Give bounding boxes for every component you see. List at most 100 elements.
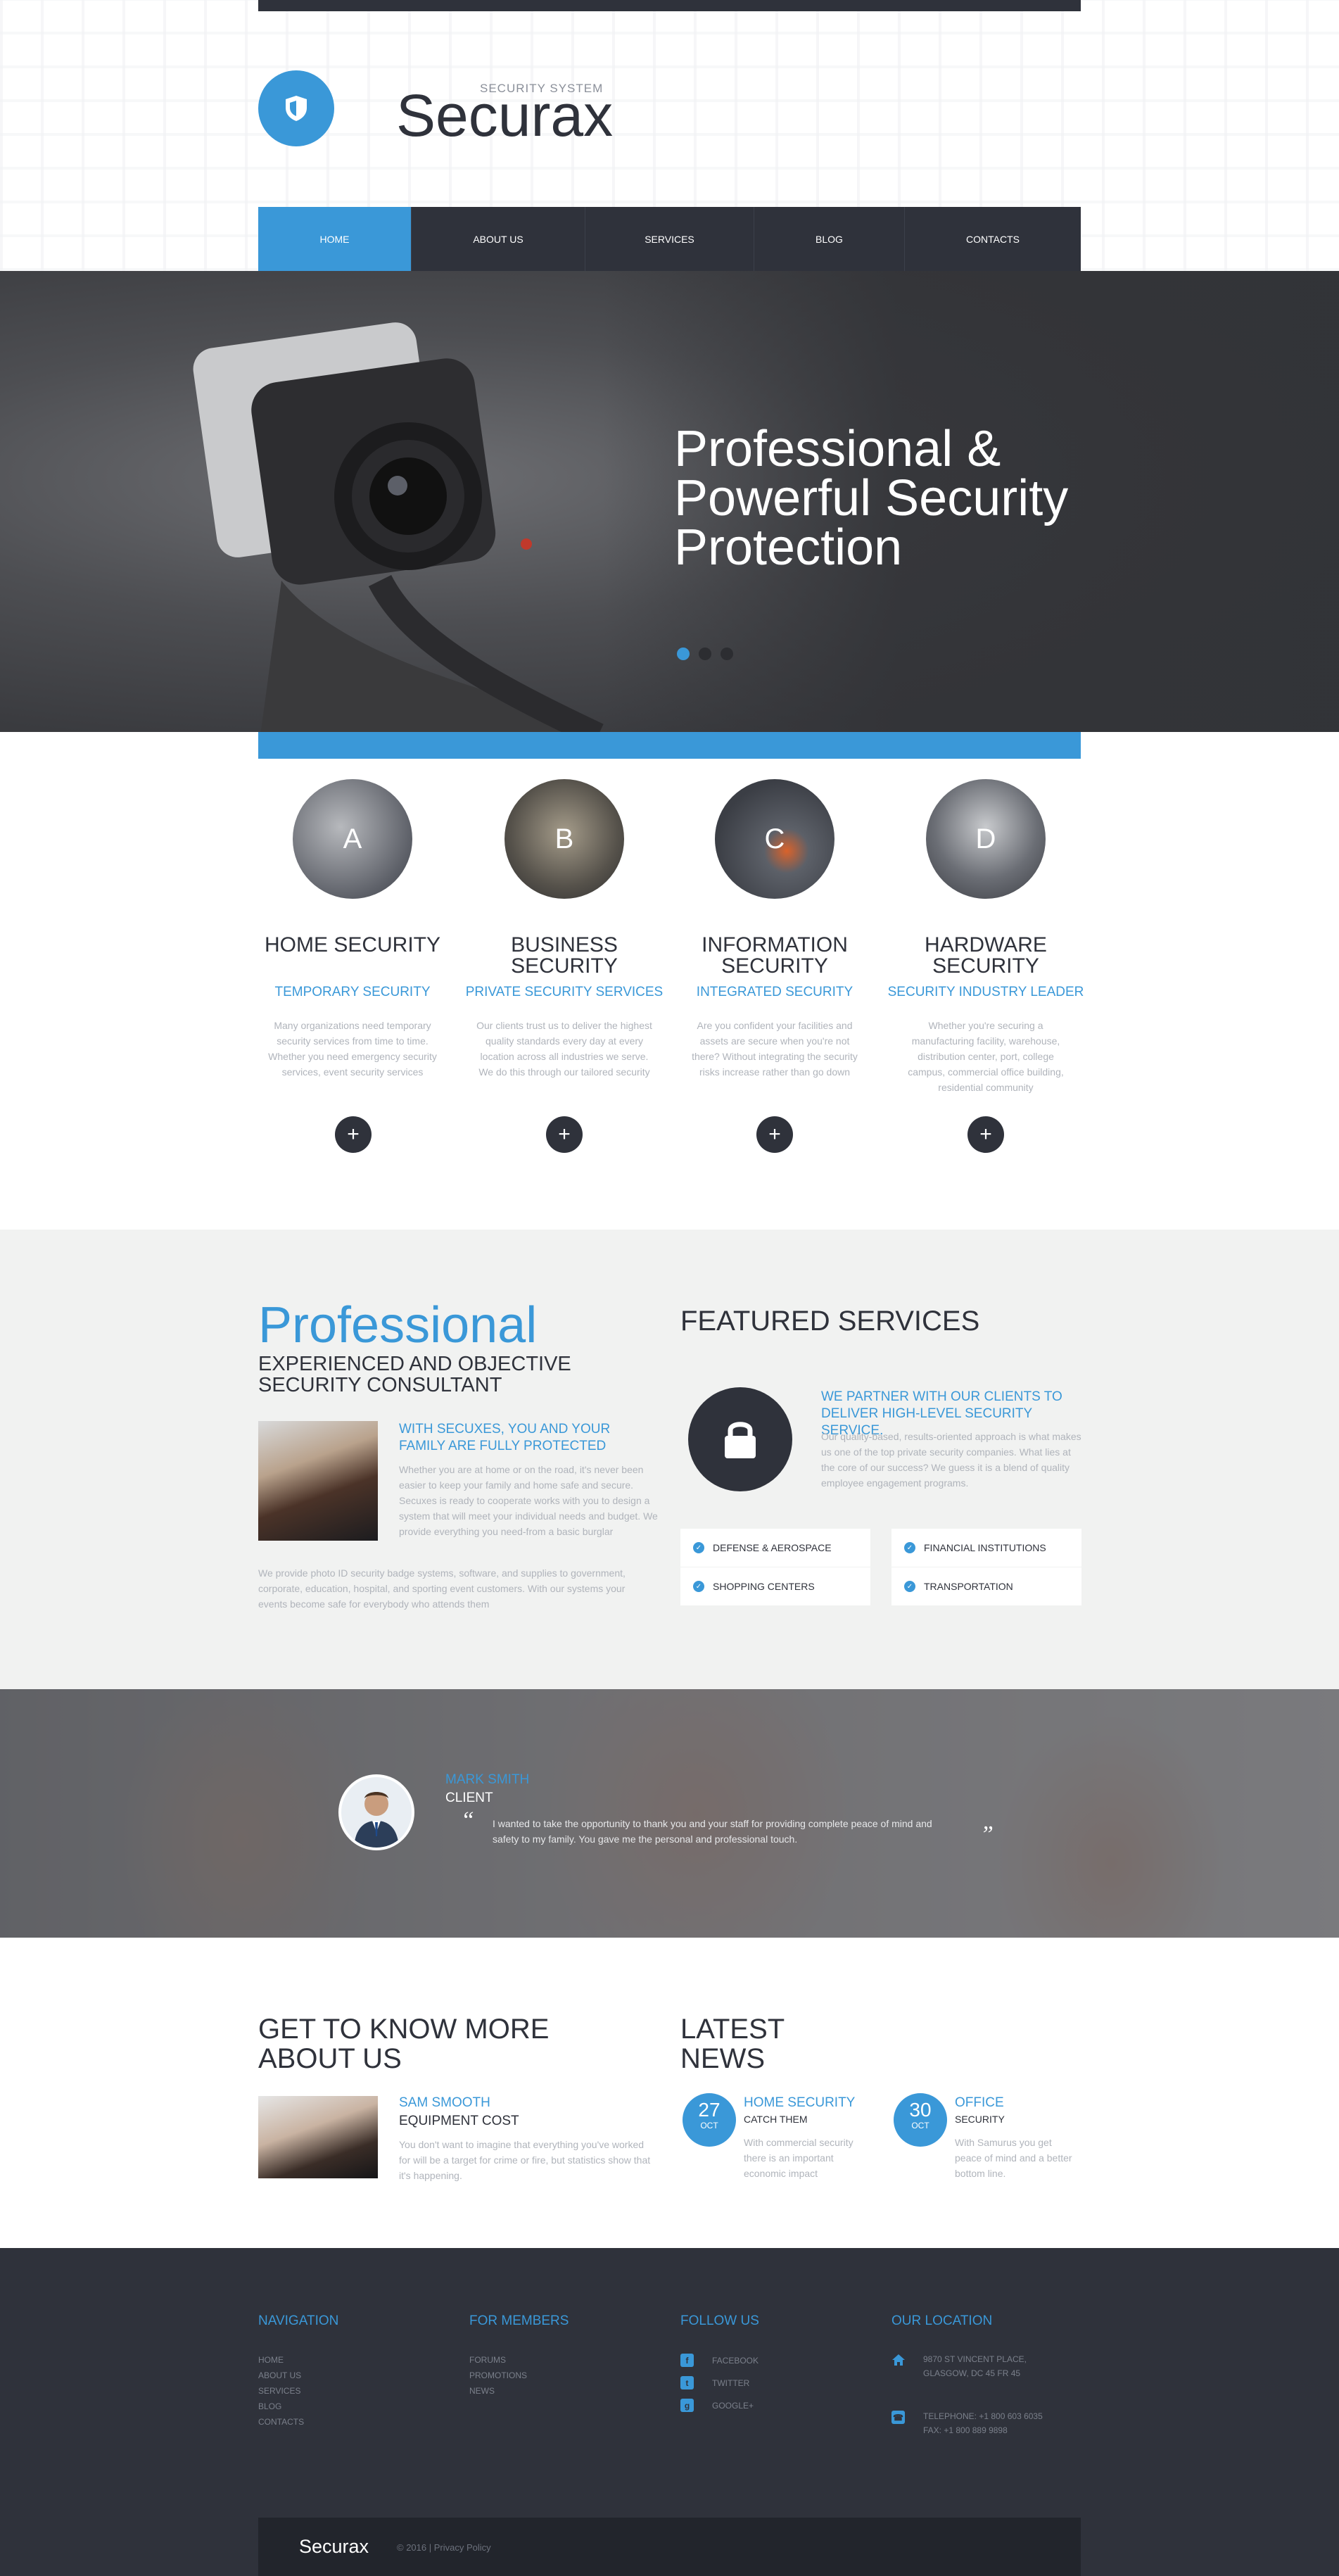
footer-link-google[interactable]: GOOGLE+: [712, 2401, 754, 2411]
client-photo: [341, 1777, 412, 1848]
news-item-title[interactable]: OFFICE: [955, 2095, 1004, 2111]
footer-link-about[interactable]: ABOUT US: [258, 2370, 301, 2380]
slider-dot-3[interactable]: [721, 648, 733, 660]
service-item-label: TRANSPORTATION: [924, 1581, 1013, 1592]
featured-services-title: FEATURED SERVICES: [680, 1306, 980, 1337]
news-item-text: With Samurus you get peace of mind and a…: [955, 2137, 1072, 2179]
quote-close-icon: ”: [980, 1821, 994, 1848]
professional-side-title[interactable]: WITH SECUXES, YOU AND YOUR FAMILY ARE FU…: [399, 1421, 659, 1455]
logo-title[interactable]: Securax: [396, 80, 613, 151]
footer-link-services[interactable]: SERVICES: [258, 2386, 300, 2396]
feature-title: BUSINESS SECURITY: [511, 933, 618, 978]
services-text: Our quality-based, results-oriented appr…: [821, 1431, 1081, 1489]
check-icon: ✓: [693, 1542, 704, 1553]
service-item[interactable]: ✓ FINANCIAL INSTITUTIONS: [891, 1529, 1081, 1567]
home-icon: [892, 2354, 905, 2366]
footer-bottom-bar: [258, 2518, 1081, 2576]
footer-location-title: OUR LOCATION: [891, 2313, 993, 2328]
nav-item-home[interactable]: HOME: [258, 207, 412, 271]
camera-image: [193, 322, 604, 732]
footer-link-facebook[interactable]: FACEBOOK: [712, 2356, 759, 2366]
footer-link-contacts[interactable]: CONTACTS: [258, 2417, 304, 2427]
feature-letter: C: [764, 823, 785, 854]
lock-icon: [725, 1422, 756, 1458]
consultant-photo: [258, 1421, 378, 1541]
feature-image-hardware[interactable]: D: [926, 779, 1046, 899]
professional-title: Professional: [258, 1297, 538, 1353]
feature-text: Our clients trust us to deliver the high…: [476, 1020, 652, 1078]
feature-image-information[interactable]: C: [715, 779, 835, 899]
news-item-title[interactable]: HOME SECURITY: [744, 2095, 855, 2111]
google-plus-icon[interactable]: g: [680, 2399, 694, 2412]
testimonial-text: I wanted to take the opportunity to than…: [493, 1818, 932, 1845]
feature-image-business[interactable]: B: [504, 779, 624, 899]
client-role: CLIENT: [445, 1791, 493, 1805]
footer-link-news[interactable]: NEWS: [469, 2386, 495, 2396]
service-item[interactable]: ✓ SHOPPING CENTERS: [680, 1567, 870, 1605]
client-name: MARK SMITH: [445, 1772, 530, 1787]
about-text: You don't want to imagine that everythin…: [399, 2139, 651, 2181]
feature-title: HARDWARE SECURITY: [925, 933, 1047, 978]
about-title: GET TO KNOW MORE ABOUT US: [258, 2014, 550, 2074]
service-item-label: DEFENSE & AEROSPACE: [713, 1542, 832, 1553]
testimonial-section: [0, 1689, 1339, 1938]
professional-bottom-text: We provide photo ID security badge syste…: [258, 1567, 626, 1610]
service-item[interactable]: ✓ DEFENSE & AEROSPACE: [680, 1529, 870, 1567]
footer-link-twitter[interactable]: TWITTER: [712, 2378, 749, 2388]
feature-subtitle: PRIVATE SECURITY SERVICES: [465, 985, 664, 999]
professional-subtitle: EXPERIENCED AND OBJECTIVE SECURITY CONSU…: [258, 1353, 571, 1396]
news-item-subtitle: SECURITY: [955, 2114, 1005, 2125]
news-date-badge: 30 OCT: [894, 2093, 947, 2147]
main-nav: HOME ABOUT US SERVICES BLOG CONTACTS: [258, 207, 1081, 271]
nav-item-about[interactable]: ABOUT US: [412, 207, 585, 271]
nav-item-contacts[interactable]: CONTACTS: [905, 207, 1081, 271]
feature-letter: B: [554, 823, 574, 854]
news-date-day: 27: [698, 2099, 721, 2121]
about-name[interactable]: SAM SMOOTH: [399, 2095, 490, 2111]
footer-link-home[interactable]: HOME: [258, 2355, 284, 2365]
footer-nav-title: NAVIGATION: [258, 2313, 339, 2328]
feature-more-button[interactable]: +: [967, 1116, 1004, 1153]
feature-image-home[interactable]: A: [293, 779, 412, 899]
about-photo: [258, 2096, 378, 2178]
news-item-subtitle: CATCH THEM: [744, 2114, 808, 2125]
logo-badge[interactable]: [258, 70, 334, 146]
feature-more-button[interactable]: +: [335, 1116, 372, 1153]
footer-link-blog[interactable]: BLOG: [258, 2401, 281, 2411]
nav-item-services[interactable]: SERVICES: [585, 207, 754, 271]
check-icon: ✓: [904, 1542, 915, 1553]
slider-dot-1[interactable]: [677, 648, 690, 660]
news-date-day: 30: [909, 2099, 932, 2121]
news-title: LATEST NEWS: [680, 2014, 785, 2074]
footer-members-title: FOR MEMBERS: [469, 2313, 569, 2328]
footer-copyright[interactable]: © 2016 | Privacy Policy: [397, 2542, 491, 2553]
phone-icon: ☎: [891, 2411, 905, 2424]
news-item-text: With commercial security there is an imp…: [744, 2137, 853, 2179]
twitter-icon[interactable]: t: [680, 2376, 694, 2389]
feature-more-button[interactable]: +: [756, 1116, 793, 1153]
nav-item-blog[interactable]: BLOG: [754, 207, 905, 271]
service-item[interactable]: ✓ TRANSPORTATION: [891, 1567, 1081, 1605]
news-date-month: OCT: [911, 2121, 929, 2130]
service-item-label: SHOPPING CENTERS: [713, 1581, 815, 1592]
facebook-icon[interactable]: f: [680, 2354, 694, 2367]
hero-title: Professional & Powerful Security Protect…: [674, 421, 1069, 576]
feature-more-button[interactable]: +: [546, 1116, 583, 1153]
feature-title: INFORMATION SECURITY: [702, 933, 848, 978]
lock-badge: [688, 1387, 792, 1491]
footer-follow-title: FOLLOW US: [680, 2313, 759, 2328]
check-icon: ✓: [904, 1581, 915, 1592]
check-icon: ✓: [693, 1581, 704, 1592]
news-date-badge: 27 OCT: [683, 2093, 736, 2147]
professional-section: [0, 1230, 1339, 1689]
footer-link-promotions[interactable]: PROMOTIONS: [469, 2370, 527, 2380]
footer-link-forums[interactable]: FORUMS: [469, 2355, 506, 2365]
news-date-month: OCT: [700, 2121, 718, 2130]
slider-dot-2[interactable]: [699, 648, 711, 660]
feature-letter: A: [343, 823, 362, 854]
footer-brand[interactable]: Securax: [299, 2536, 369, 2558]
footer-fax: FAX: +1 800 889 9898: [923, 2425, 1008, 2435]
feature-letter: D: [975, 823, 996, 854]
feature-text: Many organizations need temporary securi…: [268, 1020, 437, 1078]
footer-phone[interactable]: TELEPHONE: +1 800 603 6035: [923, 2409, 1043, 2423]
